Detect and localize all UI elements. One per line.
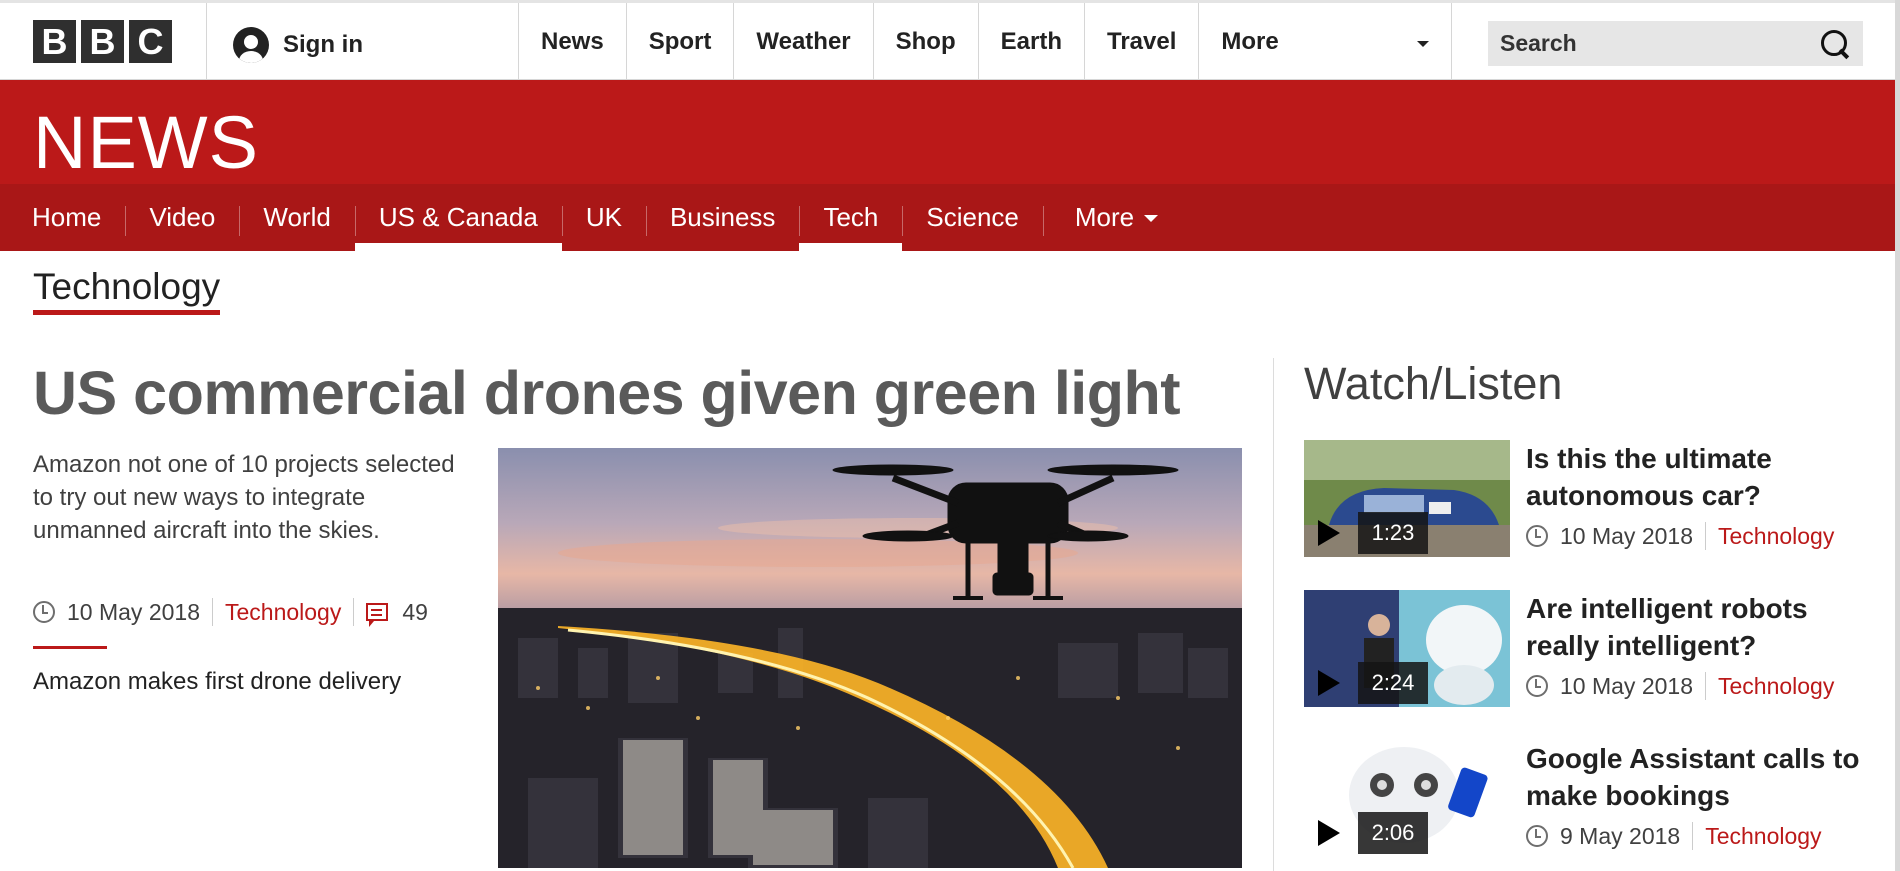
play-icon <box>1318 820 1340 846</box>
bbc-logo-letter: C <box>129 20 172 63</box>
user-icon <box>233 27 269 63</box>
divider <box>1692 822 1694 850</box>
search-placeholder: Search <box>1500 30 1577 56</box>
video-date: 9 May 2018 <box>1560 822 1681 849</box>
video-date: 10 May 2018 <box>1560 522 1693 549</box>
news-nav-business[interactable]: Business <box>645 184 800 251</box>
divider <box>353 598 355 626</box>
video-meta: 10 May 2018 Technology <box>1526 522 1834 550</box>
video-item[interactable]: 1:23 Is this the ultimate autonomous car… <box>1304 440 1864 560</box>
main-story-summary: Amazon not one of 10 projects selected t… <box>33 451 455 544</box>
chevron-down-icon <box>1144 215 1159 222</box>
section-title[interactable]: Technology <box>33 266 221 315</box>
video-duration: 2:24 <box>1358 662 1428 704</box>
video-meta: 10 May 2018 Technology <box>1526 672 1834 700</box>
main-story-category-link[interactable]: Technology <box>225 599 341 626</box>
drone-city-photo <box>498 464 1242 868</box>
bbc-top-bar: B B C Sign in News Sport Weather Shop Ea… <box>0 0 1895 80</box>
news-nav-home[interactable]: Home <box>8 184 125 251</box>
divider <box>206 3 207 80</box>
main-story-headline[interactable]: US commercial drones given green light <box>33 358 1181 428</box>
news-nav-uk[interactable]: UK <box>561 184 646 251</box>
video-thumbnail[interactable]: 2:06 <box>1304 740 1510 857</box>
sign-in-link[interactable]: Sign in <box>233 27 363 63</box>
video-thumbnail[interactable]: 1:23 <box>1304 440 1510 557</box>
news-nav-science[interactable]: Science <box>902 184 1043 251</box>
video-category-link[interactable]: Technology <box>1705 823 1821 850</box>
search-input[interactable]: Search <box>1488 21 1863 66</box>
global-nav-weather[interactable]: Weather <box>733 3 872 80</box>
global-nav-more-button[interactable]: More <box>1198 3 1453 80</box>
column-divider <box>1273 358 1274 871</box>
news-nav-tech[interactable]: Tech <box>799 184 903 251</box>
news-nav-video[interactable]: Video <box>125 184 239 251</box>
video-headline[interactable]: Are intelligent robots really intelligen… <box>1526 590 1866 664</box>
divider <box>211 598 213 626</box>
video-duration: 1:23 <box>1358 512 1428 554</box>
main-story-comment-count[interactable]: 49 <box>402 599 428 626</box>
news-nav-us-canada[interactable]: US & Canada <box>354 184 562 251</box>
news-nav-world[interactable]: World <box>239 184 354 251</box>
clock-icon <box>1526 675 1548 697</box>
main-story-date: 10 May 2018 <box>67 598 200 625</box>
bbc-logo-letter: B <box>81 20 124 63</box>
bbc-global-nav: News Sport Weather Shop Earth Travel Mor… <box>518 3 1453 80</box>
divider <box>33 646 107 649</box>
video-meta: 9 May 2018 Technology <box>1526 822 1822 850</box>
news-nav-more-button[interactable]: More <box>1042 184 1182 251</box>
global-nav-shop[interactable]: Shop <box>872 3 978 80</box>
global-nav-more-label: More <box>1221 27 1279 55</box>
clock-icon <box>1526 825 1548 847</box>
bbc-logo-letter: B <box>33 20 76 63</box>
global-nav-sport[interactable]: Sport <box>625 3 734 80</box>
related-story-link[interactable]: Amazon makes first drone delivery <box>33 668 401 696</box>
main-story-meta: 10 May 2018 Technology 49 <box>33 598 428 627</box>
video-item[interactable]: 2:06 Google Assistant calls to make book… <box>1304 740 1864 860</box>
global-nav-travel[interactable]: Travel <box>1084 3 1198 80</box>
comment-icon <box>366 603 389 627</box>
play-icon <box>1318 670 1340 696</box>
sign-in-label: Sign in <box>283 31 363 58</box>
clock-icon <box>1526 525 1548 547</box>
news-section-nav: Home Video World US & Canada UK Business… <box>0 184 1895 251</box>
clock-icon <box>33 601 55 623</box>
news-masthead: NEWS <box>0 80 1895 184</box>
global-nav-earth[interactable]: Earth <box>977 3 1084 80</box>
video-item[interactable]: 2:24 Are intelligent robots really intel… <box>1304 590 1864 710</box>
news-nav-more-label: More <box>1074 202 1135 232</box>
divider <box>1704 672 1706 700</box>
play-icon <box>1318 520 1340 546</box>
chevron-down-icon <box>1417 40 1430 47</box>
search-icon[interactable] <box>1819 28 1851 60</box>
scrollbar[interactable] <box>1895 0 1900 871</box>
video-category-link[interactable]: Technology <box>1718 673 1834 700</box>
global-nav-news[interactable]: News <box>518 3 626 80</box>
video-duration: 2:06 <box>1358 812 1428 854</box>
video-headline[interactable]: Google Assistant calls to make bookings <box>1526 740 1866 814</box>
video-headline[interactable]: Is this the ultimate autonomous car? <box>1526 440 1866 514</box>
video-thumbnail[interactable]: 2:24 <box>1304 590 1510 707</box>
main-story-image[interactable] <box>498 448 1242 868</box>
bbc-logo[interactable]: B B C <box>33 20 172 63</box>
video-category-link[interactable]: Technology <box>1718 523 1834 550</box>
divider <box>1704 522 1706 550</box>
news-logo[interactable]: NEWS <box>33 100 259 185</box>
video-date: 10 May 2018 <box>1560 672 1693 699</box>
watch-listen-heading: Watch/Listen <box>1304 358 1563 409</box>
